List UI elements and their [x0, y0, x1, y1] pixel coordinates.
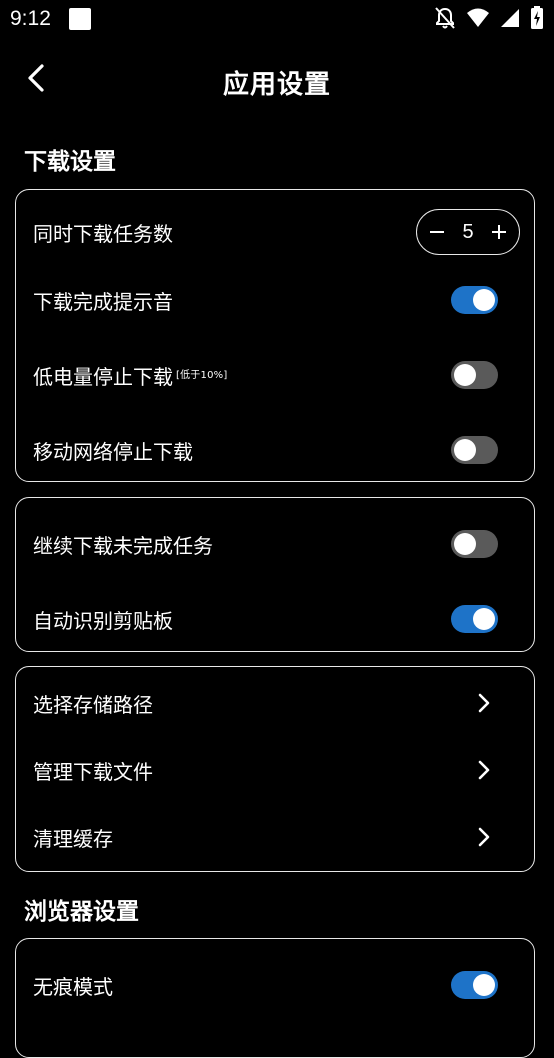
concurrent-tasks-value: 5	[462, 220, 474, 243]
resume-settings-card: 继续下载未完成任务 自动识别剪贴板	[15, 497, 535, 652]
low-battery-stop-toggle[interactable]	[451, 361, 498, 389]
cellular-signal-icon	[500, 7, 520, 29]
toggle-knob	[473, 608, 495, 630]
chevron-right-icon	[474, 827, 494, 847]
resume-unfinished-label: 继续下载未完成任务	[33, 533, 213, 558]
status-icons	[434, 6, 544, 30]
auto-clipboard-toggle[interactable]	[451, 605, 498, 633]
increment-button[interactable]	[489, 222, 509, 242]
chevron-right-icon	[474, 693, 494, 713]
mobile-network-stop-toggle[interactable]	[451, 436, 498, 464]
concurrent-tasks-stepper: 5	[416, 209, 520, 255]
section-title-browser: 浏览器设置	[24, 899, 139, 925]
battery-charging-icon	[530, 6, 544, 30]
toggle-knob	[454, 533, 476, 555]
incognito-label: 无痕模式	[33, 974, 113, 999]
row-low-battery-stop[interactable]: 低电量停止下载 [低于10%]	[16, 345, 534, 405]
browser-settings-card: 无痕模式	[15, 938, 535, 1058]
row-mobile-network-stop[interactable]: 移动网络停止下载	[16, 420, 534, 480]
row-concurrent-tasks: 同时下载任务数 5	[16, 202, 534, 262]
toggle-knob	[473, 289, 495, 311]
section-title-download: 下载设置	[24, 149, 116, 175]
complete-sound-toggle[interactable]	[451, 286, 498, 314]
row-incognito[interactable]: 无痕模式	[16, 955, 534, 1015]
concurrent-tasks-label: 同时下载任务数	[33, 221, 173, 246]
status-time: 9:12	[10, 7, 51, 30]
storage-path-label: 选择存储路径	[33, 692, 153, 717]
row-clear-cache[interactable]: 清理缓存	[16, 807, 534, 867]
toggle-knob	[454, 364, 476, 386]
row-complete-sound[interactable]: 下载完成提示音	[16, 270, 534, 330]
toggle-knob	[473, 974, 495, 996]
low-battery-stop-text: 低电量停止下载	[33, 364, 173, 389]
row-auto-clipboard[interactable]: 自动识别剪贴板	[16, 589, 534, 649]
complete-sound-label: 下载完成提示音	[33, 289, 173, 314]
status-bar: 9:12	[0, 0, 554, 40]
notification-app-icon	[69, 8, 91, 30]
low-battery-threshold: [低于10%]	[176, 369, 228, 381]
minus-icon	[430, 231, 444, 233]
low-battery-stop-label: 低电量停止下载 [低于10%]	[33, 361, 227, 390]
row-resume-unfinished[interactable]: 继续下载未完成任务	[16, 514, 534, 574]
download-settings-card: 同时下载任务数 5 下载完成提示音 低电量停止下载 [低于10%] 移动网络停止下…	[15, 189, 535, 482]
resume-unfinished-toggle[interactable]	[451, 530, 498, 558]
page-title: 应用设置	[222, 70, 331, 100]
storage-settings-card: 选择存储路径 管理下载文件 清理缓存	[15, 666, 535, 872]
wifi-icon	[466, 7, 490, 29]
clear-cache-label: 清理缓存	[33, 826, 113, 851]
row-storage-path[interactable]: 选择存储路径	[16, 673, 534, 733]
mobile-network-stop-label: 移动网络停止下载	[33, 439, 193, 464]
chevron-right-icon	[474, 760, 494, 780]
plus-icon	[492, 225, 506, 239]
row-manage-files[interactable]: 管理下载文件	[16, 740, 534, 800]
toggle-knob	[454, 439, 476, 461]
header: 应用设置	[0, 50, 554, 114]
manage-files-label: 管理下载文件	[33, 759, 153, 784]
decrement-button[interactable]	[427, 222, 447, 242]
notifications-off-icon	[434, 6, 456, 30]
auto-clipboard-label: 自动识别剪贴板	[33, 608, 173, 633]
incognito-toggle[interactable]	[451, 971, 498, 999]
